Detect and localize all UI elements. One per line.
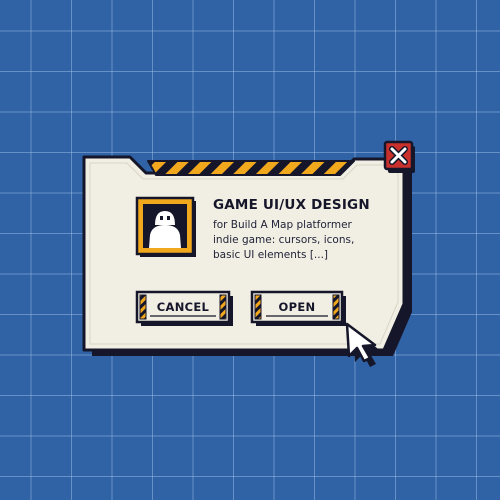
dialog-text: GAME UI/UX DESIGN for Build A Map platfo…	[0, 0, 500, 500]
description-line: indie game: cursors, icons,	[213, 234, 355, 246]
dialog-description: for Build A Map platformer indie game: c…	[213, 218, 373, 263]
dialog-title: GAME UI/UX DESIGN	[213, 197, 370, 213]
cancel-button[interactable]	[137, 292, 229, 322]
desktop-background: GAME UI/UX DESIGN for Build A Map platfo…	[0, 0, 500, 500]
open-button[interactable]	[252, 292, 342, 322]
description-line: for Build A Map platformer	[213, 219, 352, 231]
description-line: basic UI elements [...]	[213, 249, 329, 261]
